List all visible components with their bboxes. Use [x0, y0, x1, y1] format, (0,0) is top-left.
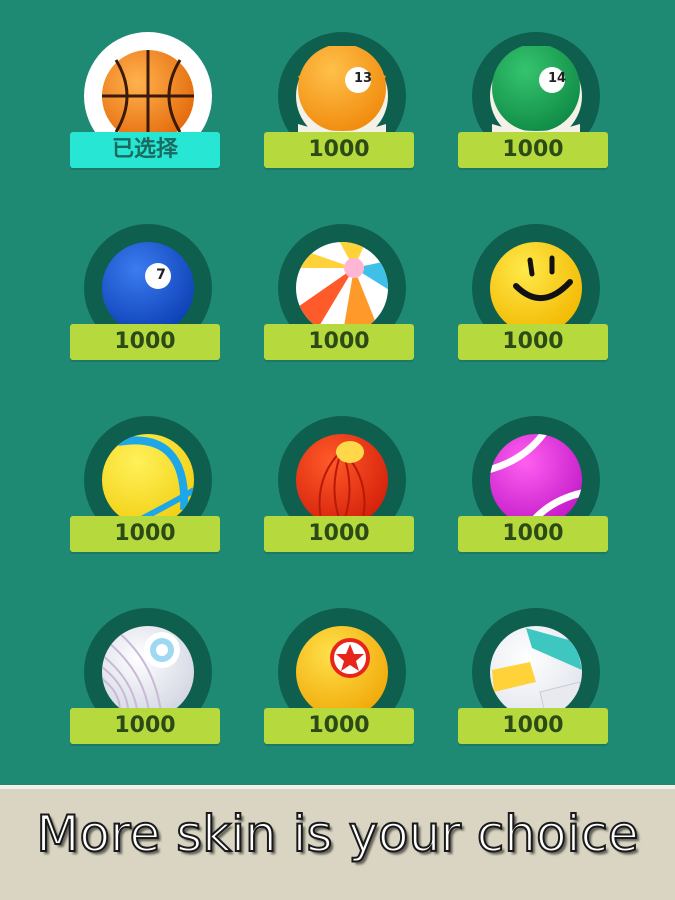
- skin-item-red-ball[interactable]: 1000: [264, 416, 424, 566]
- skin-item-pool-7[interactable]: 7 1000: [70, 224, 230, 374]
- skin-item-smiley[interactable]: 1000: [458, 224, 618, 374]
- volleyball-icon: [486, 622, 586, 722]
- promo-banner: More skin is your choice: [0, 785, 675, 900]
- price-tag: 1000: [70, 516, 220, 552]
- skin-item-pool-13[interactable]: 13 1000: [264, 32, 424, 182]
- skin-item-beach[interactable]: 1000: [264, 224, 424, 374]
- ball-number: 7: [156, 267, 166, 283]
- basketball-icon: [98, 46, 198, 146]
- yellow-tennis-ball-icon: [98, 430, 198, 530]
- price-tag: 1000: [264, 708, 414, 744]
- skin-item-star[interactable]: 1000: [264, 608, 424, 758]
- skin-item-tennis-pink[interactable]: 1000: [458, 416, 618, 566]
- skin-shop-grid: 已选择 13 1000 14 1000 7 1000 1000 1000 100…: [0, 0, 675, 785]
- ball-number: 14: [547, 71, 567, 86]
- smiley-ball-icon: [486, 238, 586, 338]
- skin-item-tennis-yellow[interactable]: 1000: [70, 416, 230, 566]
- red-ball-icon: [292, 430, 392, 530]
- beach-ball-icon: [292, 238, 392, 338]
- skin-item-volley[interactable]: 1000: [458, 608, 618, 758]
- price-tag: 1000: [264, 324, 414, 360]
- price-tag: 1000: [458, 132, 608, 168]
- pool-ball-7-icon: [98, 238, 198, 338]
- skin-item-basketball[interactable]: 已选择: [70, 32, 230, 182]
- price-tag: 1000: [264, 516, 414, 552]
- white-ball-icon: [98, 622, 198, 722]
- star-ball-icon: [292, 622, 392, 722]
- price-tag: 1000: [458, 708, 608, 744]
- pink-tennis-ball-icon: [486, 430, 586, 530]
- ball-number: 13: [353, 71, 373, 86]
- banner-caption: More skin is your choice: [35, 804, 639, 864]
- price-tag: 1000: [458, 324, 608, 360]
- skin-item-shuttle[interactable]: 1000: [70, 608, 230, 758]
- pool-ball-14-icon: [486, 46, 586, 146]
- price-tag: 1000: [70, 324, 220, 360]
- skin-item-pool-14[interactable]: 14 1000: [458, 32, 618, 182]
- pool-ball-13-icon: [292, 46, 392, 146]
- price-tag: 1000: [264, 132, 414, 168]
- price-tag: 1000: [70, 708, 220, 744]
- selected-label: 已选择: [70, 132, 220, 168]
- price-tag: 1000: [458, 516, 608, 552]
